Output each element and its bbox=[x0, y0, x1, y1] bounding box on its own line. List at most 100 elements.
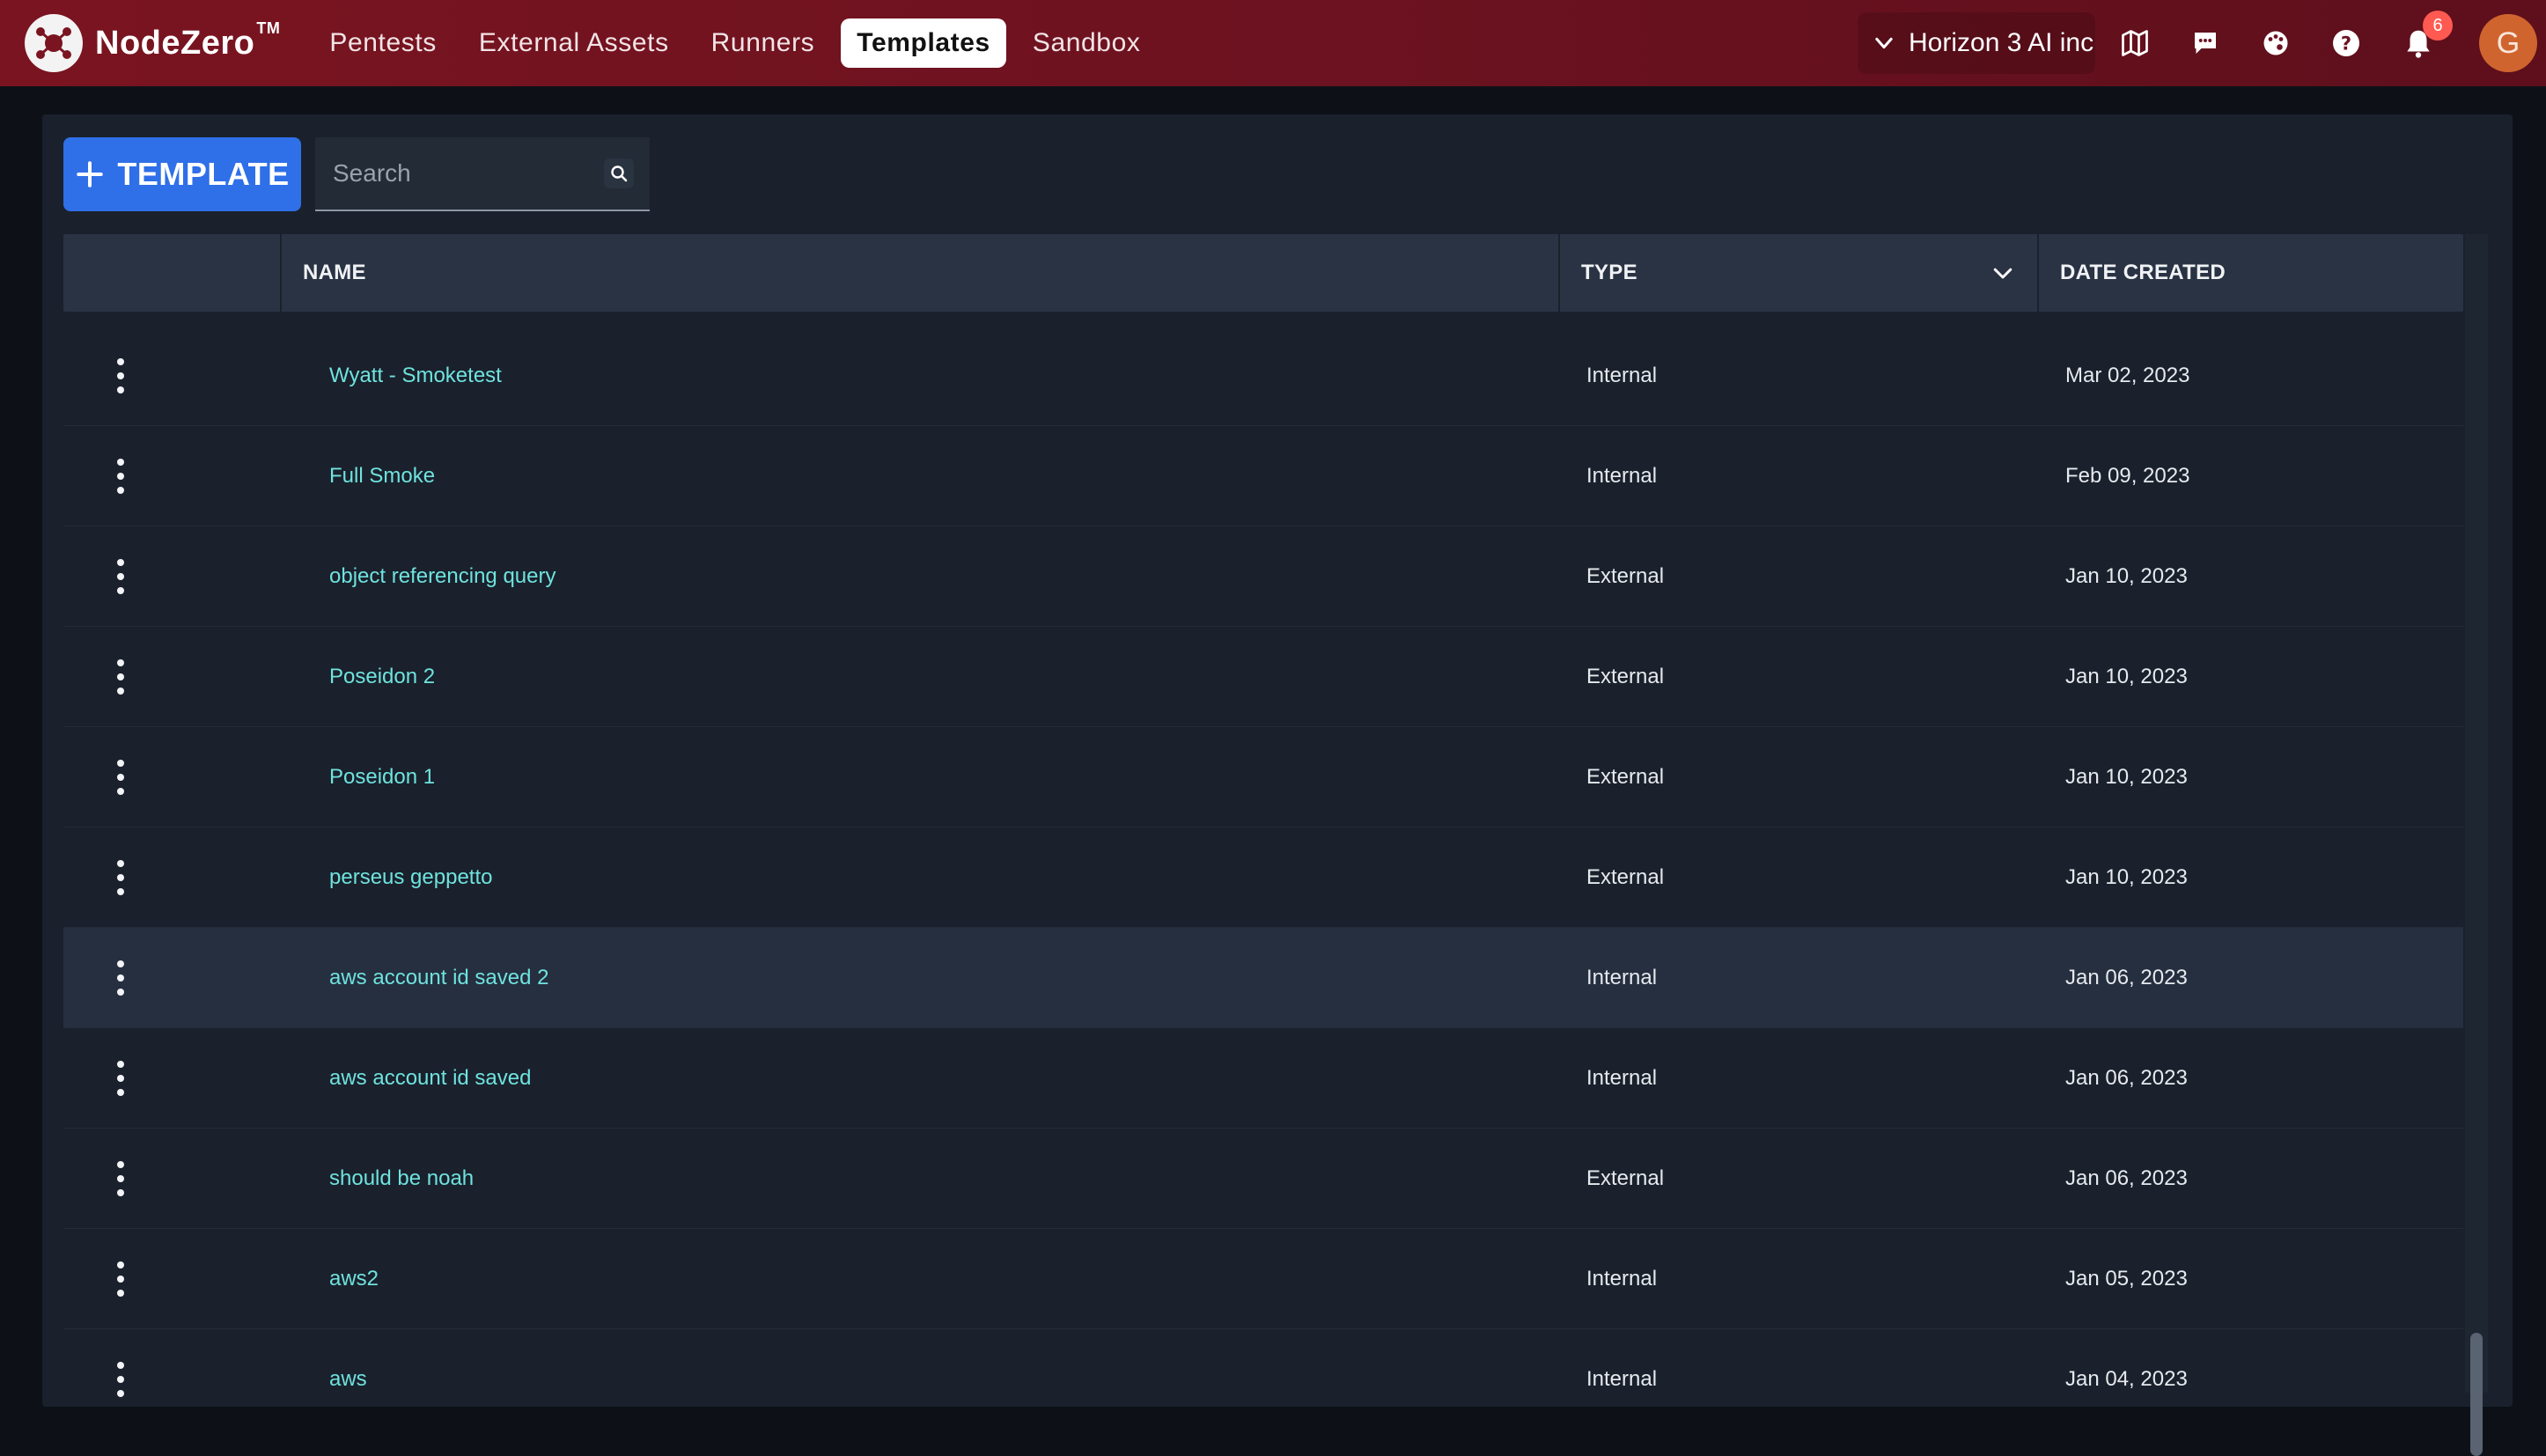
more-options-icon[interactable] bbox=[114, 357, 127, 393]
table-header: NAME TYPE DATE CREATED bbox=[63, 234, 2463, 312]
table-row[interactable]: Poseidon 2 External Jan 10, 2023 bbox=[63, 627, 2463, 727]
template-name-link[interactable]: Poseidon 1 bbox=[282, 765, 1560, 790]
template-name-link[interactable]: aws2 bbox=[282, 1267, 1560, 1291]
more-options-icon[interactable] bbox=[114, 1361, 127, 1397]
organization-selector[interactable]: Horizon 3 AI inc bbox=[1858, 12, 2095, 74]
nodezero-logo-icon bbox=[25, 14, 83, 72]
top-navigation-bar: NodeZero TM Pentests External Assets Runn… bbox=[0, 0, 2546, 86]
template-name-link[interactable]: aws account id saved bbox=[282, 1066, 1560, 1091]
more-options-icon[interactable] bbox=[114, 458, 127, 494]
template-date-created: Jan 10, 2023 bbox=[2065, 764, 2188, 789]
nav-item-sandbox[interactable]: Sandbox bbox=[1033, 18, 1141, 68]
template-date-created: Jan 04, 2023 bbox=[2065, 1366, 2188, 1391]
table-scrollbar[interactable] bbox=[2465, 234, 2488, 1393]
table-body: Wyatt - Smoketest Internal Mar 02, 2023 Ful… bbox=[63, 326, 2463, 1407]
template-name-link[interactable]: aws bbox=[282, 1367, 1560, 1392]
template-type: Internal bbox=[1586, 1266, 1658, 1291]
template-type: Internal bbox=[1586, 363, 1658, 387]
row-actions-cell bbox=[63, 357, 282, 393]
plus-icon bbox=[77, 161, 104, 188]
chat-icon[interactable] bbox=[2183, 21, 2227, 65]
template-type: Internal bbox=[1586, 1366, 1658, 1391]
template-date-created: Mar 02, 2023 bbox=[2065, 363, 2190, 387]
template-type: External bbox=[1586, 664, 1665, 688]
nav-item-templates[interactable]: Templates bbox=[841, 18, 1006, 68]
table-row[interactable]: aws account id saved 2 Internal Jan 06, 20… bbox=[63, 928, 2463, 1028]
row-actions-cell bbox=[63, 558, 282, 594]
template-name-link[interactable]: aws account id saved 2 bbox=[282, 966, 1560, 990]
template-date-created: Feb 09, 2023 bbox=[2065, 463, 2190, 488]
search-icon[interactable] bbox=[604, 158, 634, 188]
add-template-button[interactable]: TEMPLATE bbox=[63, 137, 301, 211]
more-options-icon[interactable] bbox=[114, 658, 127, 695]
table-row[interactable]: Full Smoke Internal Feb 09, 2023 bbox=[63, 426, 2463, 526]
palette-icon[interactable] bbox=[2254, 21, 2298, 65]
template-type: External bbox=[1586, 864, 1665, 889]
chevron-down-icon bbox=[1875, 37, 1893, 49]
template-type: External bbox=[1586, 563, 1665, 588]
more-options-icon[interactable] bbox=[114, 1060, 127, 1096]
brand[interactable]: NodeZero TM bbox=[25, 14, 280, 72]
row-actions-cell bbox=[63, 759, 282, 795]
templates-panel: TEMPLATE NAME TYPE DATE CREATED Wyatt - … bbox=[42, 114, 2513, 1456]
template-name-link[interactable]: perseus geppetto bbox=[282, 865, 1560, 890]
help-icon[interactable]: ? bbox=[2324, 21, 2368, 65]
table-row[interactable]: Wyatt - Smoketest Internal Mar 02, 2023 bbox=[63, 326, 2463, 426]
add-template-label: TEMPLATE bbox=[117, 156, 290, 192]
template-date-created: Jan 06, 2023 bbox=[2065, 965, 2188, 989]
main-nav: Pentests External Assets Runners Templat… bbox=[329, 18, 1182, 68]
template-date-created: Jan 10, 2023 bbox=[2065, 864, 2188, 889]
table-row[interactable]: should be noah External Jan 06, 2023 bbox=[63, 1129, 2463, 1229]
organization-name: Horizon 3 AI inc bbox=[1909, 28, 2094, 57]
template-date-created: Jan 10, 2023 bbox=[2065, 563, 2188, 588]
template-name-link[interactable]: Full Smoke bbox=[282, 464, 1560, 489]
column-header-type[interactable]: TYPE bbox=[1560, 234, 2039, 312]
more-options-icon[interactable] bbox=[114, 1261, 127, 1297]
row-actions-cell bbox=[63, 859, 282, 895]
more-options-icon[interactable] bbox=[114, 960, 127, 996]
row-actions-cell bbox=[63, 1261, 282, 1297]
row-actions-cell bbox=[63, 1060, 282, 1096]
map-icon[interactable] bbox=[2113, 21, 2157, 65]
table-scrollbar-thumb[interactable] bbox=[2470, 1333, 2483, 1456]
template-name-link[interactable]: object referencing query bbox=[282, 564, 1560, 589]
template-name-link[interactable]: Poseidon 2 bbox=[282, 665, 1560, 689]
user-avatar[interactable]: G bbox=[2479, 14, 2537, 72]
nav-item-runners[interactable]: Runners bbox=[711, 18, 815, 68]
template-type: External bbox=[1586, 1166, 1665, 1190]
template-date-created: Jan 06, 2023 bbox=[2065, 1065, 2188, 1090]
column-header-type-label: TYPE bbox=[1581, 261, 1637, 284]
search-box bbox=[315, 137, 650, 211]
template-date-created: Jan 10, 2023 bbox=[2065, 664, 2188, 688]
column-header-name[interactable]: NAME bbox=[282, 234, 1560, 312]
table-row[interactable]: aws Internal Jan 04, 2023 bbox=[63, 1329, 2463, 1407]
more-options-icon[interactable] bbox=[114, 558, 127, 594]
notification-count-badge: 6 bbox=[2423, 11, 2453, 40]
more-options-icon[interactable] bbox=[114, 759, 127, 795]
search-input[interactable] bbox=[333, 159, 588, 188]
column-header-date-created[interactable]: DATE CREATED bbox=[2039, 234, 2463, 312]
nav-item-external-assets[interactable]: External Assets bbox=[479, 18, 669, 68]
template-date-created: Jan 05, 2023 bbox=[2065, 1266, 2188, 1291]
template-type: Internal bbox=[1586, 1065, 1658, 1090]
row-actions-cell bbox=[63, 458, 282, 494]
template-name-link[interactable]: Wyatt - Smoketest bbox=[282, 364, 1560, 388]
table-row[interactable]: aws2 Internal Jan 05, 2023 bbox=[63, 1229, 2463, 1329]
table-row[interactable]: aws account id saved Internal Jan 06, 2023 bbox=[63, 1028, 2463, 1129]
row-actions-cell bbox=[63, 960, 282, 996]
more-options-icon[interactable] bbox=[114, 859, 127, 895]
type-filter-chevron-icon[interactable] bbox=[1990, 260, 2016, 286]
table-row[interactable]: object referencing query External Jan 10, … bbox=[63, 526, 2463, 627]
svg-text:?: ? bbox=[2341, 33, 2351, 55]
more-options-icon[interactable] bbox=[114, 1160, 127, 1196]
row-actions-cell bbox=[63, 1160, 282, 1196]
template-name-link[interactable]: should be noah bbox=[282, 1166, 1560, 1191]
table-row[interactable]: perseus geppetto External Jan 10, 2023 bbox=[63, 827, 2463, 928]
column-header-actions bbox=[63, 234, 282, 312]
template-date-created: Jan 06, 2023 bbox=[2065, 1166, 2188, 1190]
row-actions-cell bbox=[63, 1361, 282, 1397]
table-row[interactable]: Poseidon 1 External Jan 10, 2023 bbox=[63, 727, 2463, 827]
template-type: Internal bbox=[1586, 965, 1658, 989]
nav-item-pentests[interactable]: Pentests bbox=[329, 18, 437, 68]
template-type: External bbox=[1586, 764, 1665, 789]
